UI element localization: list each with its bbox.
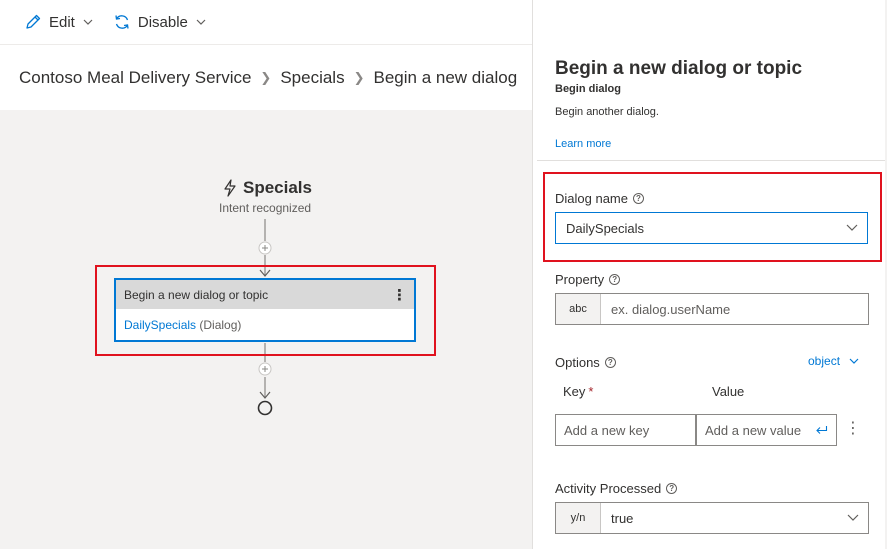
activity-processed-dropdown[interactable]: y/n true bbox=[555, 502, 869, 534]
dialog-name-label-text: Dialog name bbox=[555, 191, 628, 206]
panel-title: Begin a new dialog or topic bbox=[555, 58, 803, 79]
help-icon[interactable]: ? bbox=[633, 193, 644, 204]
dialog-name-dropdown[interactable]: DailySpecials bbox=[555, 212, 868, 244]
activity-processed-label: Activity Processed ? bbox=[555, 481, 678, 496]
chevron-down-icon bbox=[849, 358, 859, 364]
type-prefix-badge: abc bbox=[556, 294, 601, 324]
node-header: Begin a new dialog or topic ⋮ bbox=[116, 280, 414, 309]
lightning-icon bbox=[224, 179, 236, 197]
help-icon[interactable]: ? bbox=[666, 483, 678, 494]
learn-more-link[interactable]: Learn more bbox=[555, 138, 611, 150]
activity-processed-value: true bbox=[611, 510, 634, 526]
type-prefix-badge: y/n bbox=[556, 503, 601, 533]
dialog-link[interactable]: DailySpecials bbox=[124, 318, 196, 332]
trigger-title: Specials bbox=[243, 178, 312, 197]
help-icon[interactable]: ? bbox=[609, 274, 621, 285]
key-column-header: Key * bbox=[563, 384, 593, 399]
new-key-placeholder: Add a new key bbox=[564, 422, 650, 438]
dialog-suffix: (Dialog) bbox=[199, 318, 242, 332]
trigger-node[interactable]: Specials bbox=[222, 178, 312, 198]
options-label-text: Options bbox=[555, 355, 600, 370]
options-type-dropdown[interactable]: object bbox=[808, 354, 859, 368]
required-marker: * bbox=[588, 384, 594, 399]
plus-icon[interactable] bbox=[258, 241, 272, 255]
help-icon[interactable]: ? bbox=[604, 357, 616, 368]
properties-panel: Begin a new dialog or topic Begin dialog… bbox=[532, 0, 887, 549]
plus-icon[interactable] bbox=[258, 362, 272, 376]
dialog-name-label: Dialog name ? bbox=[555, 191, 644, 206]
more-options-icon[interactable]: ⋮ bbox=[392, 286, 407, 304]
chevron-down-icon bbox=[838, 514, 868, 522]
new-value-placeholder: Add a new value bbox=[705, 422, 802, 438]
activity-processed-label-text: Activity Processed bbox=[555, 481, 662, 496]
value-column-header: Value bbox=[712, 384, 745, 399]
panel-subtitle: Begin dialog bbox=[555, 83, 621, 95]
begin-dialog-node[interactable]: Begin a new dialog or topic ⋮ DailySpeci… bbox=[114, 278, 416, 342]
options-type-value: object bbox=[808, 354, 841, 368]
chevron-down-icon bbox=[837, 224, 867, 232]
row-more-options-icon[interactable]: ⋮ bbox=[845, 421, 861, 437]
enter-icon bbox=[816, 426, 828, 434]
new-key-input[interactable]: Add a new key bbox=[555, 414, 696, 446]
key-header-text: Key bbox=[563, 384, 586, 399]
end-node-circle-icon bbox=[257, 400, 273, 416]
options-label: Options ? bbox=[555, 355, 616, 370]
property-label-text: Property bbox=[555, 272, 605, 287]
property-placeholder: ex. dialog.userName bbox=[611, 301, 731, 317]
node-title: Begin a new dialog or topic bbox=[124, 287, 269, 302]
property-input[interactable]: abc ex. dialog.userName bbox=[555, 293, 869, 325]
new-value-input[interactable]: Add a new value bbox=[696, 414, 837, 446]
trigger-subtitle: Intent recognized bbox=[219, 201, 312, 215]
dialog-name-value: DailySpecials bbox=[566, 220, 645, 236]
divider bbox=[537, 160, 885, 161]
panel-description: Begin another dialog. bbox=[555, 106, 659, 118]
property-label: Property ? bbox=[555, 272, 621, 287]
node-body: DailySpecials (Dialog) bbox=[116, 309, 414, 341]
